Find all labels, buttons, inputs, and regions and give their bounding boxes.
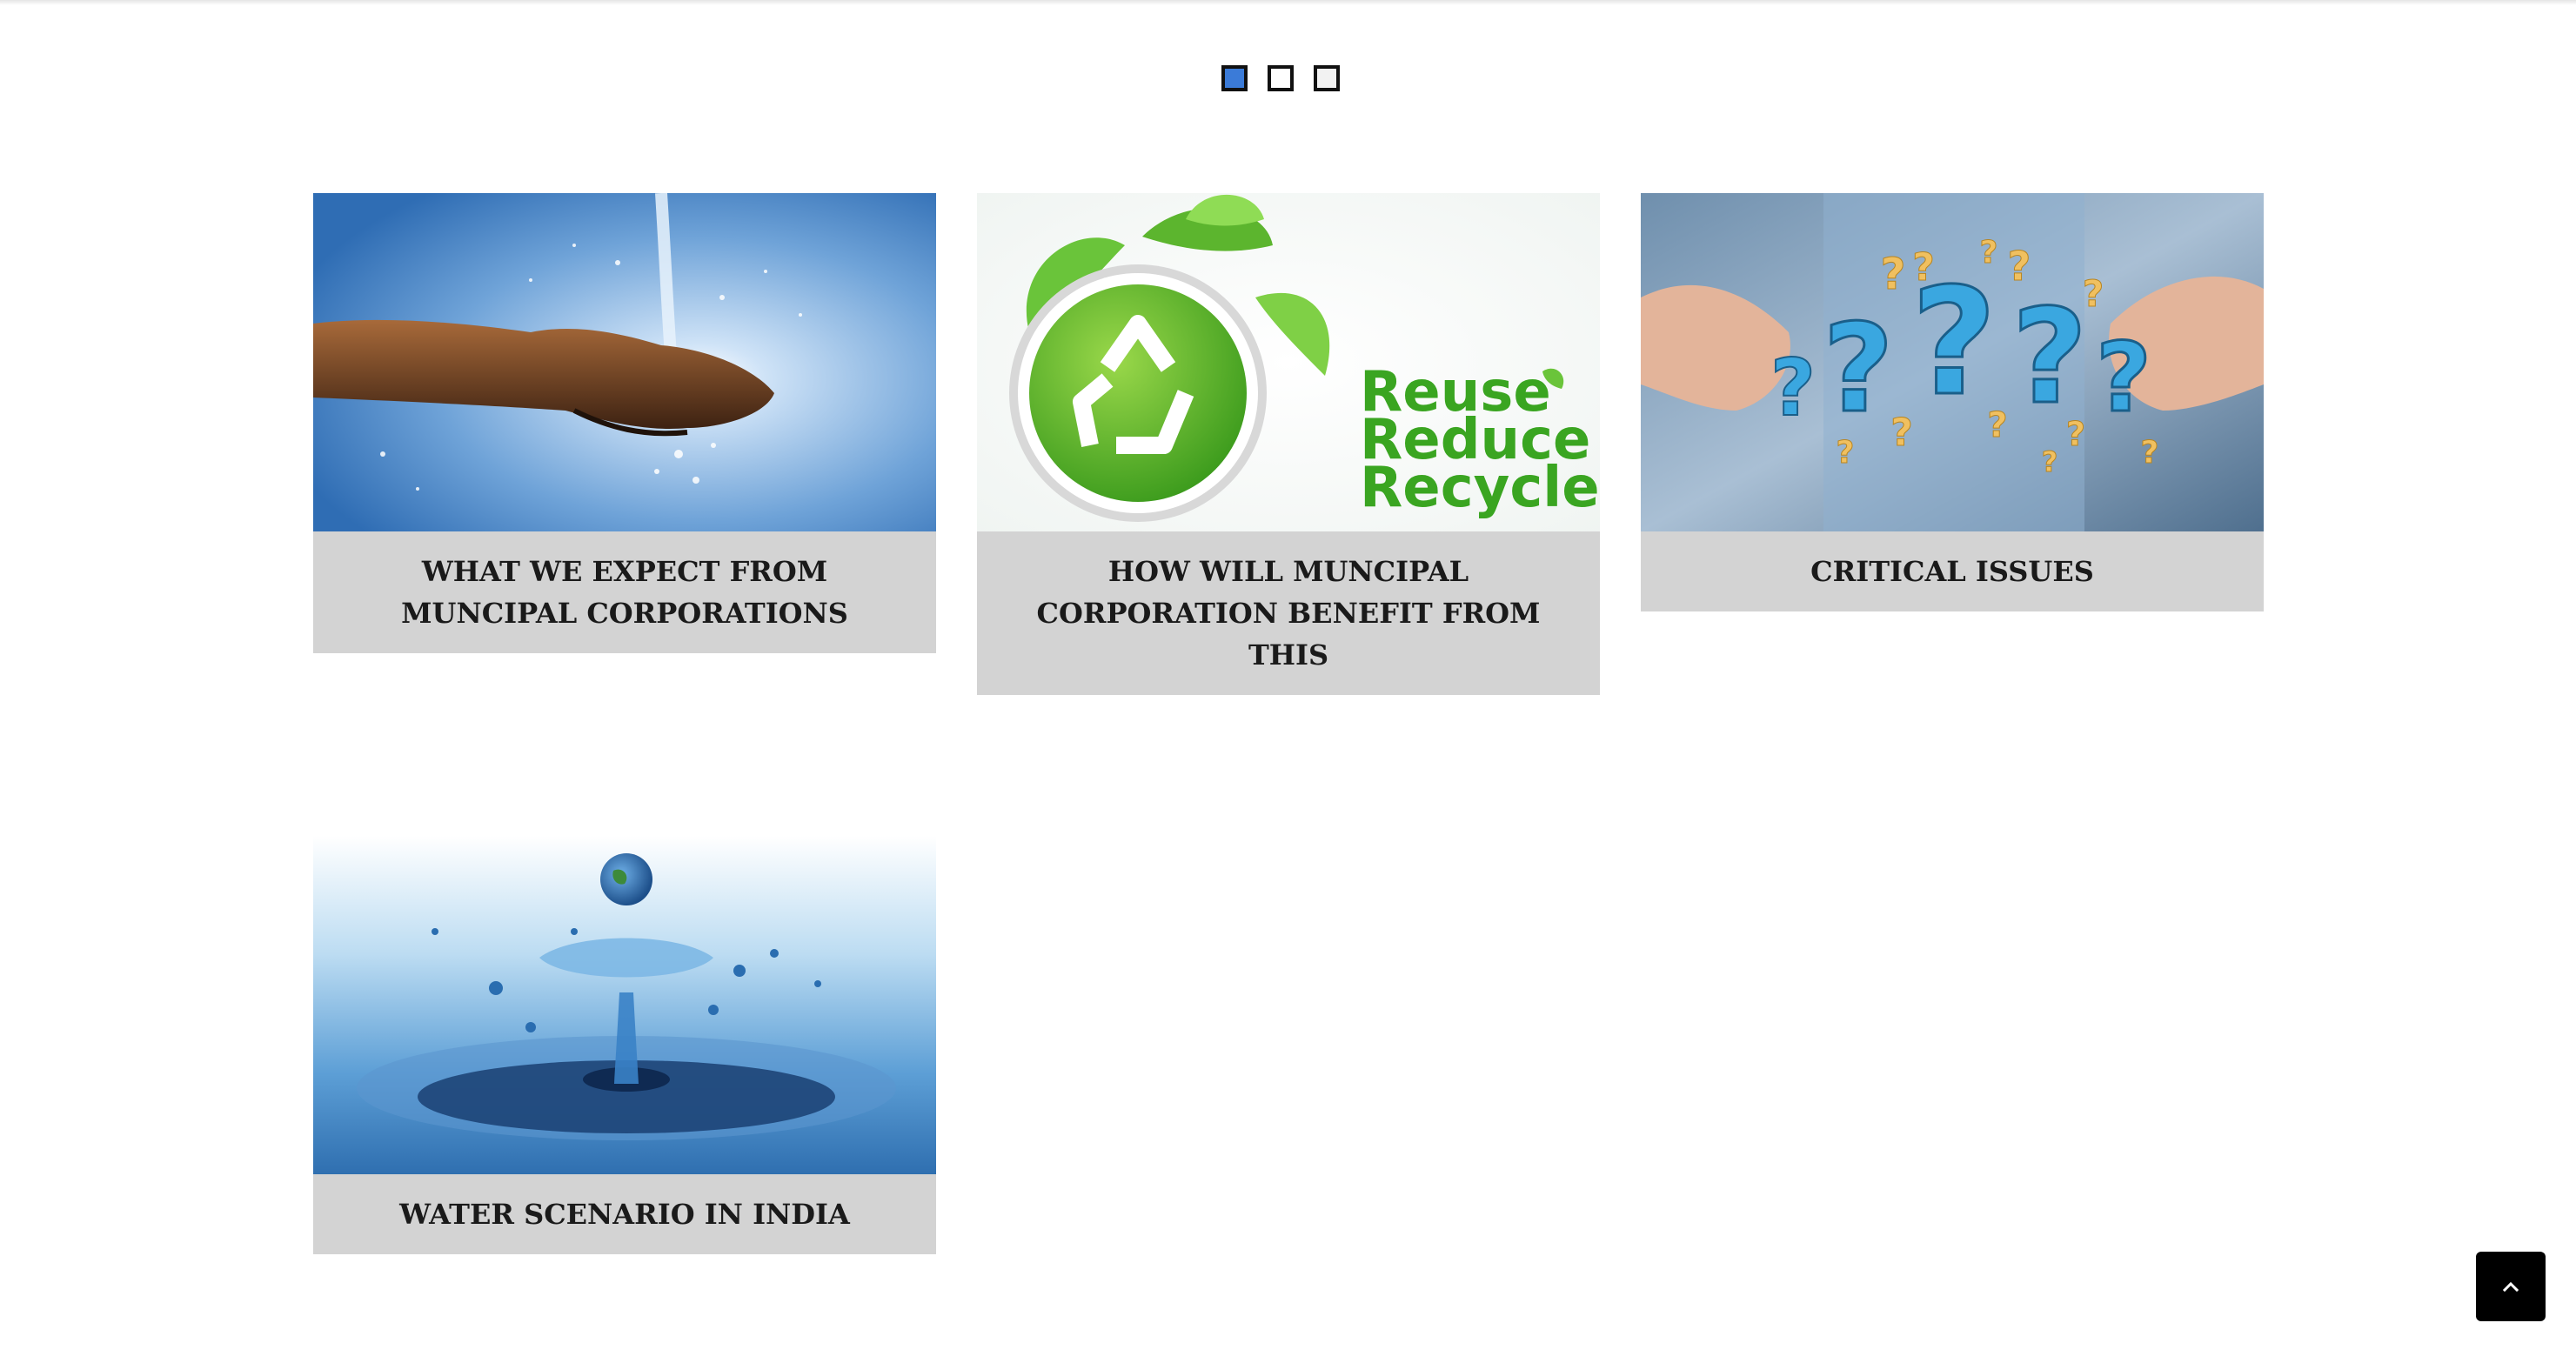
carousel-pagination bbox=[1221, 65, 1340, 91]
card-title[interactable]: WATER SCENARIO IN INDIA bbox=[313, 1174, 936, 1254]
svg-text:?: ? bbox=[2083, 272, 2104, 315]
svg-text:?: ? bbox=[2141, 435, 2159, 471]
card-corporation-benefit[interactable]: Reuse Reduce Recycle HOW WILL MUNCIPAL C… bbox=[977, 193, 1600, 695]
card-muncipal-expectations[interactable]: WHAT WE EXPECT FROM MUNCIPAL CORPORATION… bbox=[313, 193, 936, 653]
svg-text:?: ? bbox=[1912, 245, 1935, 290]
svg-text:?: ? bbox=[1880, 249, 1905, 299]
svg-text:?: ? bbox=[2042, 445, 2058, 478]
back-to-top-button[interactable] bbox=[2476, 1252, 2546, 1321]
carousel-dot-3[interactable] bbox=[1314, 65, 1340, 91]
svg-text:?: ? bbox=[1770, 343, 1816, 434]
svg-text:?: ? bbox=[1837, 435, 1855, 471]
header-shadow bbox=[0, 0, 2576, 5]
card-title[interactable]: HOW WILL MUNCIPAL CORPORATION BENEFIT FR… bbox=[977, 531, 1600, 695]
svg-text:?: ? bbox=[1890, 411, 1913, 455]
chevron-up-icon bbox=[2502, 1281, 2519, 1293]
carousel-dot-2[interactable] bbox=[1268, 65, 1294, 91]
card-critical-issues[interactable]: ? ? ? ? ? ? ? ? ? ? ? ? ? ? ? ? CRITICAL… bbox=[1641, 193, 2264, 611]
water-drop-earth-image bbox=[313, 836, 936, 1174]
card-title[interactable]: CRITICAL ISSUES bbox=[1641, 531, 2264, 611]
svg-text:?: ? bbox=[1823, 298, 1893, 440]
water-in-hand-image bbox=[313, 193, 936, 531]
card-water-scenario[interactable]: WATER SCENARIO IN INDIA bbox=[313, 836, 936, 1254]
svg-text:?: ? bbox=[2008, 243, 2031, 290]
svg-text:Recycle: Recycle bbox=[1360, 456, 1600, 520]
svg-text:?: ? bbox=[1980, 235, 1998, 271]
svg-text:?: ? bbox=[2096, 322, 2151, 433]
question-marks-image: ? ? ? ? ? ? ? ? ? ? ? ? ? ? ? ? bbox=[1641, 193, 2264, 531]
recycle-logo-image: Reuse Reduce Recycle bbox=[977, 193, 1600, 531]
svg-text:?: ? bbox=[1987, 405, 2007, 445]
svg-text:?: ? bbox=[2066, 415, 2085, 453]
svg-text:?: ? bbox=[2011, 282, 2087, 433]
carousel-dot-1[interactable] bbox=[1221, 65, 1248, 91]
card-title[interactable]: WHAT WE EXPECT FROM MUNCIPAL CORPORATION… bbox=[313, 531, 936, 653]
